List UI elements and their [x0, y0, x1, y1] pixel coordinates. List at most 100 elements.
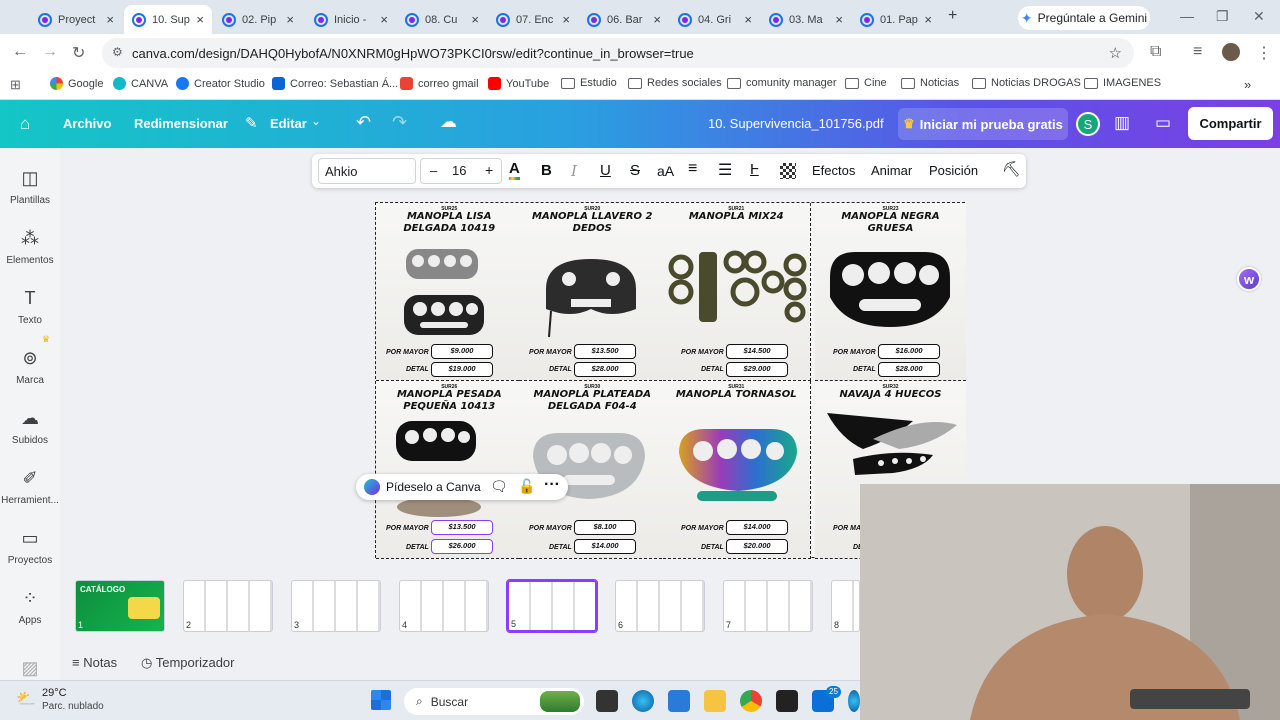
font-size-input[interactable]: 16 [452, 163, 466, 178]
price-detal[interactable]: $26.000 [431, 539, 493, 554]
increase-size-button[interactable]: + [485, 162, 493, 178]
ask-canva-button[interactable]: Pídeselo a Canva [386, 480, 481, 494]
close-tab-icon[interactable]: × [653, 12, 661, 27]
gemini-button[interactable]: ✦ Pregúntale a Gemini [1018, 6, 1150, 30]
windows-start-icon[interactable] [371, 690, 391, 710]
chrome-icon[interactable] [740, 690, 762, 712]
browser-tab[interactable]: 04. Gri × [670, 5, 760, 34]
weather-status[interactable]: Parc. nublado [42, 701, 104, 712]
bookmark-folder-drogas[interactable]: Noticias DROGAS [972, 77, 1081, 89]
archivo-menu[interactable]: Archivo [63, 116, 111, 131]
font-selector[interactable]: Ahkio [318, 158, 416, 184]
forward-icon[interactable]: → [42, 43, 58, 61]
new-tab-button[interactable]: + [948, 7, 957, 25]
page-thumbnail[interactable]: 4 [399, 580, 489, 632]
timer-button[interactable]: ◷ Temporizador [141, 655, 235, 671]
page-thumbnail[interactable]: CATÁLOGO 1 [75, 580, 165, 632]
product-name[interactable]: MANOPLA TORNASOL [667, 389, 806, 401]
analytics-icon[interactable]: ▥ [1114, 113, 1130, 133]
page-thumbnail[interactable]: 3 [291, 580, 381, 632]
address-bar[interactable]: ⚙ canva.com/design/DAHQ0HybofA/N0XNRM0gH… [102, 38, 1134, 68]
close-tab-icon[interactable]: × [196, 12, 204, 27]
product-name[interactable]: MANOPLA PLATEADA DELGADA F04-4 [523, 389, 662, 413]
profile-avatar[interactable] [1222, 43, 1240, 61]
product-name[interactable]: NAVAJA 4 HUECOS [819, 389, 962, 401]
page-thumbnail[interactable]: 8 [831, 580, 860, 632]
browser-tab[interactable]: Inicio - × [306, 5, 396, 34]
sidebar-item-proyectos[interactable]: ▭ Proyectos [0, 528, 60, 566]
product-card[interactable]: SUR20 MANOPLA LLAVERO 2 DEDOS POR MAYOR … [519, 203, 667, 381]
product-name[interactable]: MANOPLA PESADA PEQUEÑA 10413 [380, 389, 519, 413]
product-card[interactable]: SUR31 MANOPLA TORNASOL POR MAYOR $14.000… [663, 381, 811, 559]
align-center-icon[interactable]: ≡ [688, 160, 697, 178]
product-card[interactable]: SUR26 MANOPLA PESADA PEQUEÑA 10413 POR M… [376, 381, 524, 559]
effects-button[interactable]: Efectos [812, 163, 855, 178]
bold-button[interactable]: B [541, 162, 552, 179]
underline-button[interactable]: U [600, 162, 611, 179]
bookmark-folder-cine[interactable]: Cine [845, 77, 887, 89]
undo-icon[interactable]: ↶ [356, 112, 371, 133]
line-spacing-icon[interactable]: Ⱶ [750, 161, 759, 178]
taskbar-search[interactable]: ⌕ Buscar [404, 688, 584, 715]
price-mayor[interactable]: $14.000 [726, 520, 788, 535]
bookmark-folder-community[interactable]: comunity manager [727, 77, 837, 89]
price-detal[interactable]: $29.000 [726, 362, 788, 377]
close-tab-icon[interactable]: × [835, 12, 843, 27]
extensions-icon[interactable]: ⧉ [1150, 43, 1161, 61]
media-icon[interactable]: ≡ [1193, 43, 1202, 61]
trial-button[interactable]: ♛ Iniciar mi prueba gratis [898, 108, 1068, 140]
bookmark-star-icon[interactable]: ☆ [1109, 44, 1122, 62]
product-name[interactable]: MANOPLA NEGRA GRUESA [819, 211, 962, 235]
site-info-icon[interactable]: ⚙ [112, 45, 123, 59]
product-card[interactable]: SUR23 MANOPLA NEGRA GRUESA POR MAYOR $16… [815, 203, 966, 381]
close-tab-icon[interactable]: × [924, 12, 932, 27]
page-thumbnail[interactable]: 7 [723, 580, 813, 632]
browser-tab[interactable]: 06. Bar × [579, 5, 669, 34]
animate-button[interactable]: Animar [871, 163, 912, 178]
more-options-icon[interactable]: ··· [544, 476, 560, 494]
browser-tab[interactable]: 01. Pap × [852, 5, 940, 34]
bookmark-google[interactable]: Google [50, 77, 103, 90]
price-mayor[interactable]: $16.000 [878, 344, 940, 359]
edge-icon[interactable] [848, 690, 860, 712]
close-tab-icon[interactable]: × [380, 12, 388, 27]
price-mayor[interactable]: $8.100 [574, 520, 636, 535]
sidebar-item-plantillas[interactable]: ◫ Plantillas [0, 168, 60, 206]
italic-button[interactable]: I [571, 162, 577, 180]
bookmark-youtube[interactable]: YouTube [488, 77, 549, 90]
paint-roller-icon[interactable]: ⛏ [1002, 160, 1021, 178]
chevron-down-icon[interactable]: ⌄ [311, 114, 321, 128]
redimensionar-button[interactable]: Redimensionar [134, 116, 228, 131]
price-mayor[interactable]: $9.000 [431, 344, 493, 359]
browser-tab[interactable]: 08. Cu × [397, 5, 487, 34]
price-mayor[interactable]: $13.500 [431, 520, 493, 535]
list-icon[interactable]: ☰ [718, 160, 732, 180]
price-mayor[interactable]: $14.500 [726, 344, 788, 359]
position-button[interactable]: Posición [929, 163, 978, 178]
price-detal[interactable]: $28.000 [878, 362, 940, 377]
product-card[interactable]: SUR21 MANOPLA MIX24 POR MAYOR $14.500 DE… [663, 203, 811, 381]
capcut-icon[interactable] [776, 690, 798, 712]
task-view-icon[interactable] [596, 690, 618, 712]
editar-menu[interactable]: Editar [270, 116, 307, 131]
browser-tab-active[interactable]: 10. Sup × [124, 5, 212, 34]
decrease-size-button[interactable]: – [430, 163, 437, 178]
bookmark-canva[interactable]: CANVA [113, 77, 168, 90]
restore-icon[interactable]: ❐ [1216, 8, 1229, 25]
close-tab-icon[interactable]: × [106, 12, 114, 27]
file-explorer-icon[interactable] [704, 690, 726, 712]
comment-add-icon[interactable]: 🗨 [490, 478, 508, 495]
sidebar-item-texto[interactable]: T Texto [0, 288, 60, 326]
page-thumbnail-selected[interactable]: 5 [506, 579, 598, 633]
reload-icon[interactable]: ↻ [72, 43, 85, 63]
product-card[interactable]: SUR30 MANOPLA PLATEADA DELGADA F04-4 POR… [519, 381, 667, 559]
sidebar-item-elementos[interactable]: ⁂ Elementos [0, 228, 60, 266]
price-detal[interactable]: $28.000 [574, 362, 636, 377]
bookmark-folder-imagenes[interactable]: IMAGENES [1084, 77, 1161, 89]
price-detal[interactable]: $19.000 [431, 362, 493, 377]
document-title[interactable]: 10. Supervivencia_101756.pdf [708, 116, 884, 131]
home-icon[interactable]: ⌂ [20, 114, 30, 134]
close-tab-icon[interactable]: × [471, 12, 479, 27]
bookmark-gmail[interactable]: correo gmail [400, 77, 479, 90]
bookmark-correo[interactable]: Correo: Sebastian Á... [272, 77, 398, 90]
